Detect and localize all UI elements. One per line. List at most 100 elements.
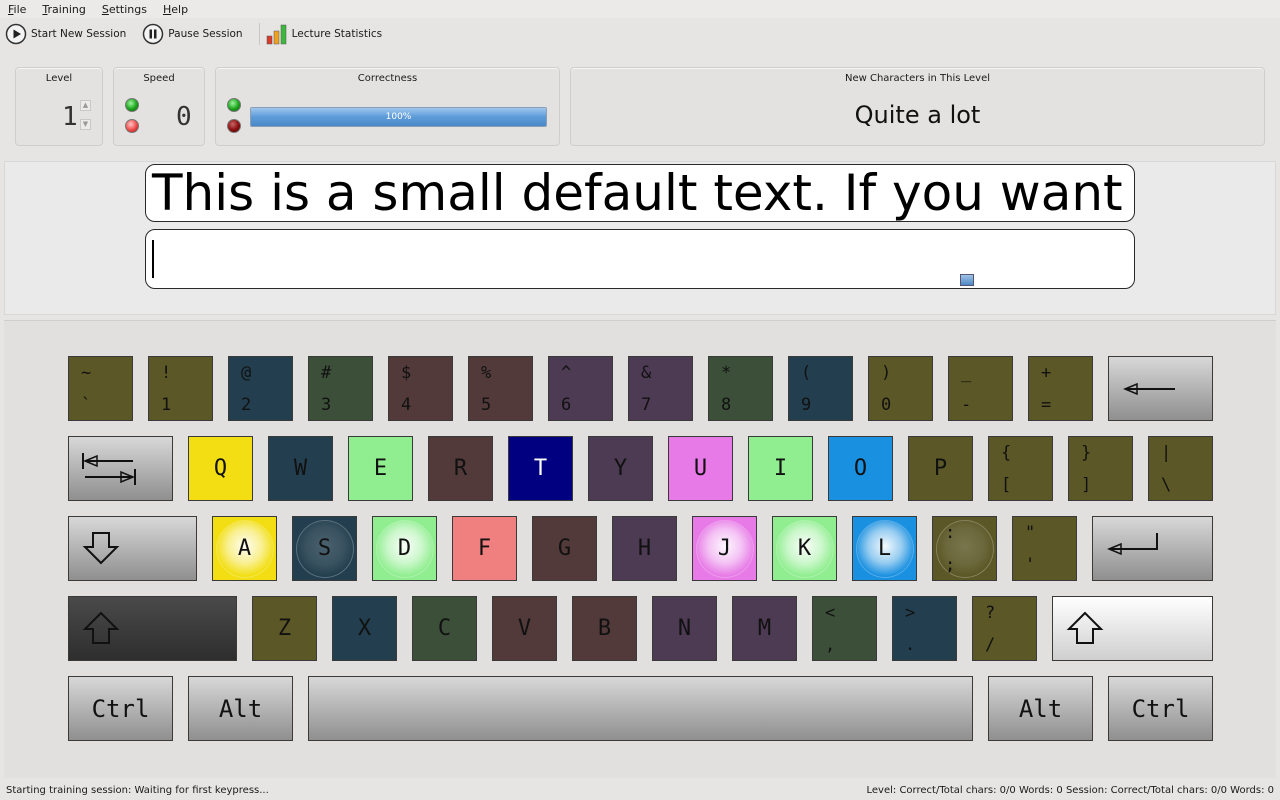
- left-alt-key[interactable]: Alt: [188, 676, 293, 741]
- key-row1-6[interactable]: ^ 6: [548, 356, 613, 421]
- key-row3-1[interactable]: S: [292, 516, 357, 581]
- key-shift-label: $: [401, 363, 412, 383]
- key-row3-9[interactable]: :;: [932, 516, 997, 581]
- key-row3-7[interactable]: K: [772, 516, 837, 581]
- key-row2-0[interactable]: Q: [188, 436, 253, 501]
- key-row2-8[interactable]: O: [828, 436, 893, 501]
- speed-lcd: 0: [176, 102, 192, 132]
- key-base-label: 2: [241, 395, 252, 415]
- key-base-label: 0: [881, 395, 892, 415]
- space-key[interactable]: [308, 676, 973, 741]
- key-row4-5[interactable]: N: [652, 596, 717, 661]
- key-row2-6[interactable]: U: [668, 436, 733, 501]
- correctness-red-led: [227, 119, 241, 133]
- key-row2-11[interactable]: }]: [1068, 436, 1133, 501]
- key-base-label: [: [1001, 475, 1012, 495]
- key-row3-8[interactable]: L: [852, 516, 917, 581]
- start-session-label: Start New Session: [31, 28, 127, 40]
- key-row4-4[interactable]: B: [572, 596, 637, 661]
- key-row2-9[interactable]: P: [908, 436, 973, 501]
- key-row2-1[interactable]: W: [268, 436, 333, 501]
- key-row3-3[interactable]: F: [452, 516, 517, 581]
- key-label: V: [517, 616, 532, 641]
- pause-session-button[interactable]: Pause Session: [142, 23, 243, 45]
- tab-arrows-icon: [82, 453, 136, 485]
- key-row2-12[interactable]: | \: [1148, 436, 1213, 501]
- key-row2-10[interactable]: {[: [988, 436, 1053, 501]
- key-shift-label: ~: [81, 363, 92, 383]
- key-row3-0[interactable]: A: [212, 516, 277, 581]
- right-shift-key[interactable]: [1052, 596, 1213, 661]
- key-row4-7[interactable]: <,: [812, 596, 877, 661]
- key-row3-6[interactable]: J: [692, 516, 757, 581]
- key-row2-5[interactable]: Y: [588, 436, 653, 501]
- key-row2-4[interactable]: T: [508, 436, 573, 501]
- key-row4-2[interactable]: C: [412, 596, 477, 661]
- tab-key[interactable]: [68, 436, 173, 501]
- key-row1-8[interactable]: * 8: [708, 356, 773, 421]
- pause-icon: [143, 23, 164, 45]
- key-row1-12[interactable]: + =: [1028, 356, 1093, 421]
- menu-help[interactable]: Help: [163, 3, 188, 16]
- left-shift-key[interactable]: [68, 596, 237, 661]
- key-row3-2[interactable]: D: [372, 516, 437, 581]
- key-shift-label: ): [881, 363, 892, 383]
- key-row1-10[interactable]: ) 0: [868, 356, 933, 421]
- key-label: N: [677, 616, 692, 641]
- typing-input-line[interactable]: [145, 229, 1135, 289]
- key-row3-10[interactable]: " ': [1012, 516, 1077, 581]
- key-row3-5[interactable]: H: [612, 516, 677, 581]
- key-shift-label: |: [1161, 443, 1172, 463]
- key-row3-4[interactable]: G: [532, 516, 597, 581]
- key-row2-2[interactable]: E: [348, 436, 413, 501]
- left-ctrl-key[interactable]: Ctrl: [68, 676, 173, 741]
- key-row2-7[interactable]: I: [748, 436, 813, 501]
- key-row4-8[interactable]: >.: [892, 596, 957, 661]
- key-row4-1[interactable]: X: [332, 596, 397, 661]
- key-base-label: \: [1161, 475, 1172, 495]
- level-down-arrow[interactable]: ▼: [80, 119, 91, 130]
- menu-settings[interactable]: Settings: [102, 3, 147, 16]
- enter-key[interactable]: [1092, 516, 1213, 581]
- lecture-statistics-label: Lecture Statistics: [291, 28, 383, 40]
- key-row1-0[interactable]: ~ `: [68, 356, 133, 421]
- menu-training[interactable]: Training: [42, 3, 85, 16]
- keyboard: Ctrl Alt Alt Ctrl ~ `! 1 @2 #3 $4% 5 ^ 6 & 7 * 8(9) 0…: [4, 320, 1276, 778]
- key-row2-3[interactable]: R: [428, 436, 493, 501]
- key-base-label: 8: [721, 395, 732, 415]
- key-row4-3[interactable]: V: [492, 596, 557, 661]
- key-shift-label: ": [1025, 523, 1036, 543]
- key-shift-label: :: [945, 523, 956, 543]
- key-row1-11[interactable]: _ -: [948, 356, 1013, 421]
- key-row4-6[interactable]: M: [732, 596, 797, 661]
- key-label: U: [693, 456, 708, 481]
- key-row4-0[interactable]: Z: [252, 596, 317, 661]
- level-panel: Level 1 ▲ ▼: [15, 67, 103, 146]
- key-row1-4[interactable]: $4: [388, 356, 453, 421]
- key-row1-3[interactable]: #3: [308, 356, 373, 421]
- caps-lock-key[interactable]: [68, 516, 197, 581]
- new-characters-value: Quite a lot: [854, 101, 981, 129]
- key-row1-2[interactable]: @2: [228, 356, 293, 421]
- key-shift-label: >: [905, 603, 916, 623]
- key-base-label: ': [1025, 555, 1036, 575]
- correctness-title: Correctness: [357, 73, 418, 84]
- key-label: X: [357, 616, 372, 641]
- lecture-statistics-button[interactable]: Lecture Statistics: [266, 23, 383, 45]
- key-row1-5[interactable]: % 5: [468, 356, 533, 421]
- right-ctrl-key[interactable]: Ctrl: [1108, 676, 1213, 741]
- level-up-arrow[interactable]: ▲: [80, 100, 91, 111]
- key-label: O: [853, 456, 868, 481]
- key-row1-7[interactable]: & 7: [628, 356, 693, 421]
- key-shift-label: (: [801, 363, 812, 383]
- right-alt-key[interactable]: Alt: [988, 676, 1093, 741]
- backspace-key[interactable]: [1108, 356, 1213, 421]
- menu-file[interactable]: File: [8, 3, 26, 16]
- text-caret: [152, 240, 154, 278]
- start-session-button[interactable]: Start New Session: [5, 23, 126, 45]
- input-method-icon: [960, 274, 974, 286]
- key-row1-1[interactable]: ! 1: [148, 356, 213, 421]
- key-row1-9[interactable]: (9: [788, 356, 853, 421]
- right-ctrl-label: Ctrl: [1131, 694, 1190, 723]
- key-row4-9[interactable]: ? /: [972, 596, 1037, 661]
